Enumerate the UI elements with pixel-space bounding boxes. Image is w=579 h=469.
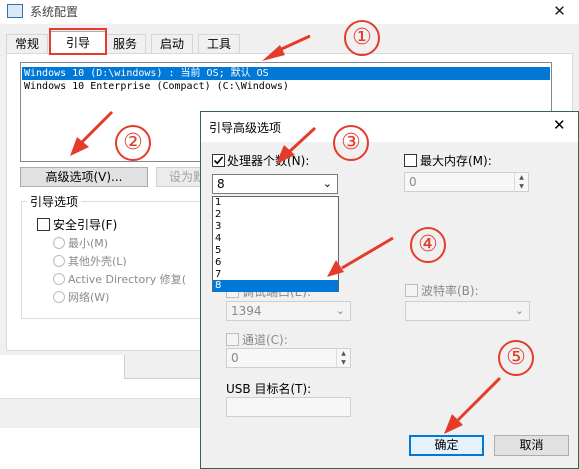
annotation-arrow bbox=[327, 260, 344, 277]
annotation-marker-4: ④ bbox=[410, 227, 446, 263]
annotation-arrow bbox=[80, 110, 114, 144]
tab-highlight-box bbox=[49, 28, 107, 55]
annotation-marker-2: ② bbox=[115, 125, 151, 161]
annotation-marker-1: ① bbox=[344, 20, 380, 56]
annotation-arrows bbox=[70, 34, 502, 434]
annotation-marker-3: ③ bbox=[333, 125, 369, 161]
annotation-arrow bbox=[341, 236, 394, 270]
annotation-arrow bbox=[287, 126, 317, 154]
annotation-arrow bbox=[456, 376, 502, 422]
annotation-marker-5: ⑤ bbox=[498, 340, 534, 376]
